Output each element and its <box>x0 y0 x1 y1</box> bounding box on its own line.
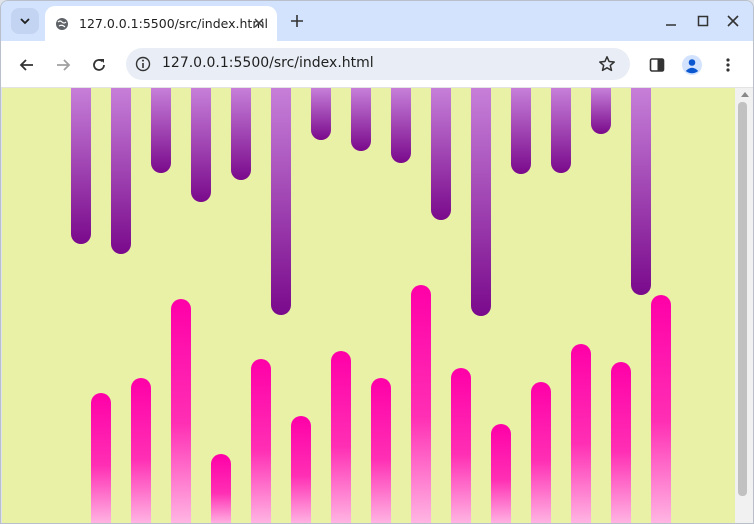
top-bar <box>111 88 131 254</box>
maximize-icon <box>697 15 709 27</box>
profile-icon <box>682 55 702 75</box>
new-tab-button[interactable] <box>287 11 307 31</box>
tab-search-button[interactable] <box>11 8 39 34</box>
top-bar <box>511 88 531 174</box>
close-icon <box>254 18 264 28</box>
back-button[interactable] <box>15 53 39 77</box>
bottom-bar <box>91 393 111 523</box>
bottom-bar <box>491 424 511 523</box>
maximize-button[interactable] <box>693 11 713 31</box>
profile-button[interactable] <box>680 53 704 77</box>
top-bar <box>231 88 251 180</box>
minimize-button[interactable] <box>661 11 681 31</box>
top-bar <box>191 88 211 202</box>
tab-strip: 127.0.0.1:5500/src/index.html <box>1 1 753 41</box>
top-bar <box>151 88 171 173</box>
top-bar <box>431 88 451 220</box>
scroll-up-arrow[interactable] <box>741 92 749 97</box>
close-icon <box>727 15 739 27</box>
vertical-scrollbar[interactable] <box>735 88 753 523</box>
url-text[interactable]: 127.0.0.1:5500/src/index.html <box>162 55 374 71</box>
close-window-button[interactable] <box>723 11 743 31</box>
bottom-bar <box>411 285 431 523</box>
info-icon[interactable] <box>135 56 151 72</box>
bottom-bar <box>611 362 631 523</box>
tab-close-button[interactable] <box>251 15 267 31</box>
top-bar <box>551 88 571 173</box>
top-bar <box>631 88 651 295</box>
reload-button[interactable] <box>87 53 111 77</box>
bottom-bar <box>371 378 391 523</box>
browser-menu-button[interactable] <box>716 53 740 77</box>
bottom-bar <box>131 378 151 523</box>
bottom-bar <box>251 359 271 523</box>
top-bar <box>71 88 91 244</box>
bottom-bar <box>651 295 671 523</box>
star-icon[interactable] <box>598 55 616 73</box>
arrow-left-icon <box>19 59 33 71</box>
browser-window: 127.0.0.1:5500/src/index.html 127.0.0.1:… <box>0 0 754 524</box>
minimize-icon <box>666 24 676 26</box>
forward-button[interactable] <box>51 53 75 77</box>
top-bar <box>271 88 291 315</box>
bottom-bar <box>531 382 551 523</box>
tab-title: 127.0.0.1:5500/src/index.html <box>79 16 268 31</box>
side-panel-icon <box>649 58 665 72</box>
top-bar <box>591 88 611 134</box>
side-panel-button[interactable] <box>645 53 669 77</box>
page-content <box>2 88 735 523</box>
bottom-bar <box>211 454 231 523</box>
bottom-bar <box>291 416 311 523</box>
top-bar <box>391 88 411 163</box>
bottom-bar <box>331 351 351 523</box>
bottom-bar <box>571 344 591 523</box>
top-bar <box>471 88 491 316</box>
browser-toolbar: 127.0.0.1:5500/src/index.html <box>1 41 753 88</box>
address-bar[interactable]: 127.0.0.1:5500/src/index.html <box>126 48 630 80</box>
bottom-bar <box>451 368 471 523</box>
bottom-bar <box>171 299 191 523</box>
kebab-menu-icon <box>726 58 730 72</box>
active-tab[interactable]: 127.0.0.1:5500/src/index.html <box>45 6 277 41</box>
top-bar <box>351 88 371 151</box>
chevron-down-icon <box>20 18 30 25</box>
globe-icon <box>55 17 69 31</box>
reload-icon <box>93 59 105 71</box>
scrollbar-thumb[interactable] <box>738 102 747 496</box>
plus-icon <box>291 15 303 27</box>
arrow-right-icon <box>57 59 71 71</box>
top-bar <box>311 88 331 140</box>
